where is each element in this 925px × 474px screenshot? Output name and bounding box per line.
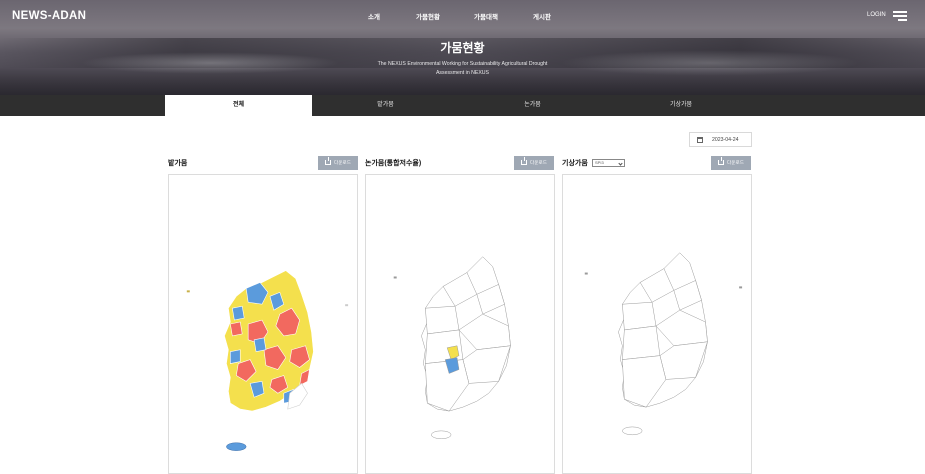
map-island bbox=[186, 290, 190, 293]
login-link[interactable]: LOGIN bbox=[867, 12, 886, 18]
download-icon bbox=[718, 157, 725, 165]
page-subtitle: The NEXUS Environmental Working for Sust… bbox=[377, 61, 548, 76]
map-region bbox=[622, 301, 657, 331]
korea-map-weather bbox=[584, 252, 743, 436]
map-jeju bbox=[226, 442, 247, 451]
download-button-paddy[interactable]: 다운로드 bbox=[514, 156, 554, 170]
tab-paddy-drought[interactable]: 논가뭄 bbox=[459, 95, 606, 116]
nav-item-drought-status[interactable]: 가뭄현황 bbox=[416, 11, 440, 21]
main-nav: 소개 가뭄현황 가뭄대책 게시판 bbox=[0, 11, 925, 23]
spi-select[interactable]: SPI3 bbox=[592, 159, 625, 167]
korea-map-paddy bbox=[393, 256, 511, 440]
map-region bbox=[622, 325, 661, 360]
tab-weather-drought[interactable]: 기상가뭄 bbox=[606, 95, 756, 116]
download-icon bbox=[325, 157, 332, 165]
download-icon bbox=[521, 157, 528, 165]
map-region bbox=[230, 349, 241, 364]
nav-item-board[interactable]: 게시판 bbox=[533, 11, 551, 21]
map-paddy-drought[interactable] bbox=[365, 174, 555, 474]
map-weather-drought[interactable] bbox=[562, 174, 752, 474]
nav-item-drought-measures[interactable]: 가뭄대책 bbox=[474, 11, 498, 21]
chevron-down-icon bbox=[618, 161, 623, 166]
nav-item-about[interactable]: 소개 bbox=[368, 11, 380, 21]
map-region bbox=[253, 337, 267, 353]
map-jeju bbox=[431, 430, 452, 440]
map-island bbox=[739, 286, 743, 289]
map-island bbox=[345, 304, 349, 307]
page-title: 가뭄현황 bbox=[440, 41, 485, 55]
calendar-icon bbox=[697, 137, 703, 143]
download-button-field[interactable]: 다운로드 bbox=[318, 156, 358, 170]
map-field-drought[interactable] bbox=[168, 174, 358, 474]
hamburger-menu-icon[interactable] bbox=[893, 11, 907, 21]
map-jeju bbox=[622, 426, 643, 436]
tab-all[interactable]: 전체 bbox=[165, 95, 312, 116]
download-button-weather[interactable]: 다운로드 bbox=[711, 156, 751, 170]
map-island bbox=[584, 272, 588, 275]
panel-title-paddy: 논가뭄(통합저수율) bbox=[365, 160, 422, 167]
map-island bbox=[393, 276, 397, 279]
korea-map-field bbox=[186, 270, 349, 451]
panel-title-weather: 기상가뭄 bbox=[562, 160, 588, 167]
map-region bbox=[231, 305, 245, 321]
panel-title-field: 밭가뭄 bbox=[168, 160, 188, 167]
tab-field-drought[interactable]: 밭가뭄 bbox=[312, 95, 459, 116]
map-region bbox=[425, 305, 460, 335]
map-region bbox=[230, 321, 243, 337]
hero-banner: NEWS-ADAN 소개 가뭄현황 가뭄대책 게시판 LOGIN 가뭄현황 Th… bbox=[0, 0, 925, 95]
tab-bar: 전체 밭가뭄 논가뭄 기상가뭄 bbox=[0, 95, 925, 116]
date-picker[interactable]: 2023-04-24 bbox=[689, 132, 752, 147]
date-value: 2023-04-24 bbox=[712, 137, 739, 143]
